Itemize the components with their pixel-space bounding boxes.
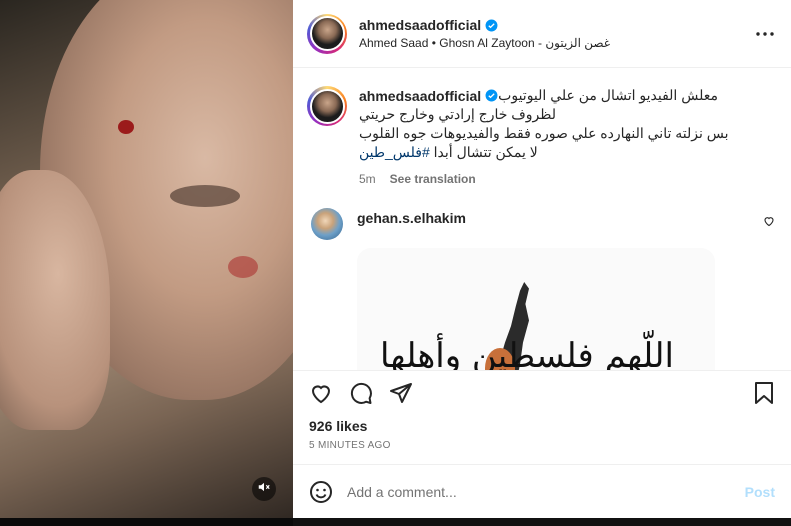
bookmark-icon[interactable] [753, 381, 775, 405]
author-username[interactable]: ahmedsaadofficial [359, 17, 481, 33]
add-comment-row: Post [293, 464, 791, 518]
see-translation-button[interactable]: See translation [390, 172, 476, 186]
video-frame-eye [170, 185, 240, 207]
caption-line-3: بس نزلته تاني النهارده علي صوره فقط والف… [359, 125, 729, 141]
caption-line-4-text: لا يمكن تتشال أبدا [433, 144, 538, 160]
add-comment-input[interactable] [347, 483, 745, 500]
author-avatar[interactable] [307, 13, 347, 54]
caption-body: ahmedsaadofficial معلش الفيديو اتشال من … [359, 86, 777, 186]
commenter-username[interactable]: gehan.s.elhakim [357, 210, 466, 240]
caption-row: ahmedsaadofficial معلش الفيديو اتشال من … [307, 86, 777, 186]
commenter-avatar[interactable] [311, 208, 343, 240]
post-comment-button[interactable]: Post [745, 484, 775, 500]
mute-button[interactable] [252, 477, 276, 501]
caption-first-line: ahmedsaadofficial معلش الفيديو اتشال من … [359, 86, 777, 105]
caption-meta: 5m See translation [359, 172, 777, 186]
action-bar [293, 370, 791, 414]
panel-bottom-strip [293, 518, 791, 526]
caption-avatar[interactable] [307, 86, 347, 126]
caption-line-1: معلش الفيديو اتشال من علي اليوتيوب [498, 87, 718, 103]
avatar-image [309, 16, 345, 51]
caption-hashtag[interactable]: #فلس_طين [359, 144, 430, 160]
heart-icon [764, 217, 774, 227]
post-header: ahmedsaadofficial Ahmed Saad • Ghosn Al … [293, 0, 791, 68]
heart-icon[interactable] [309, 381, 333, 405]
media-bottom-strip [0, 518, 293, 526]
comment-icon[interactable] [349, 381, 373, 405]
action-bar-left [309, 381, 753, 405]
comment-image[interactable]: اللّهم فلسطين وأهلها [357, 248, 715, 370]
more-horizontal-icon [756, 31, 774, 36]
post-header-text: ahmedsaadofficial Ahmed Saad • Ghosn Al … [359, 17, 753, 50]
caption-line-2: لظروف خارج إرادتي وخارج حريتي [359, 106, 557, 122]
avatar-image [309, 88, 345, 124]
share-icon[interactable] [389, 381, 413, 405]
verified-icon [485, 19, 498, 31]
comment-like-button[interactable] [763, 214, 775, 232]
comment-image-calligraphy: اللّهم فلسطين وأهلها [380, 336, 674, 370]
emoji-icon[interactable] [309, 480, 333, 504]
volume-muted-icon [257, 480, 271, 499]
post-video[interactable] [0, 0, 293, 526]
comment-row: gehan.s.elhakim [307, 208, 777, 240]
likes-count[interactable]: 926 likes [293, 414, 791, 436]
video-frame-cheek [228, 256, 258, 278]
caption-line-4: لا يمكن تتشال أبدا #فلس_طين [359, 143, 777, 162]
video-frame-wound [118, 120, 134, 134]
instagram-post-view: ahmedsaadofficial Ahmed Saad • Ghosn Al … [0, 0, 791, 526]
post-side-panel: ahmedsaadofficial Ahmed Saad • Ghosn Al … [293, 0, 791, 518]
more-options-button[interactable] [753, 22, 777, 46]
author-location[interactable]: Ahmed Saad • Ghosn Al Zaytoon - غصن الزي… [359, 36, 753, 50]
caption-time: 5m [359, 172, 376, 186]
comments-section: ahmedsaadofficial معلش الفيديو اتشال من … [293, 68, 791, 370]
caption-username[interactable]: ahmedsaadofficial [359, 88, 481, 104]
author-username-row: ahmedsaadofficial [359, 17, 753, 33]
post-timestamp: 5 MINUTES AGO [309, 440, 391, 451]
verified-icon [485, 89, 498, 102]
